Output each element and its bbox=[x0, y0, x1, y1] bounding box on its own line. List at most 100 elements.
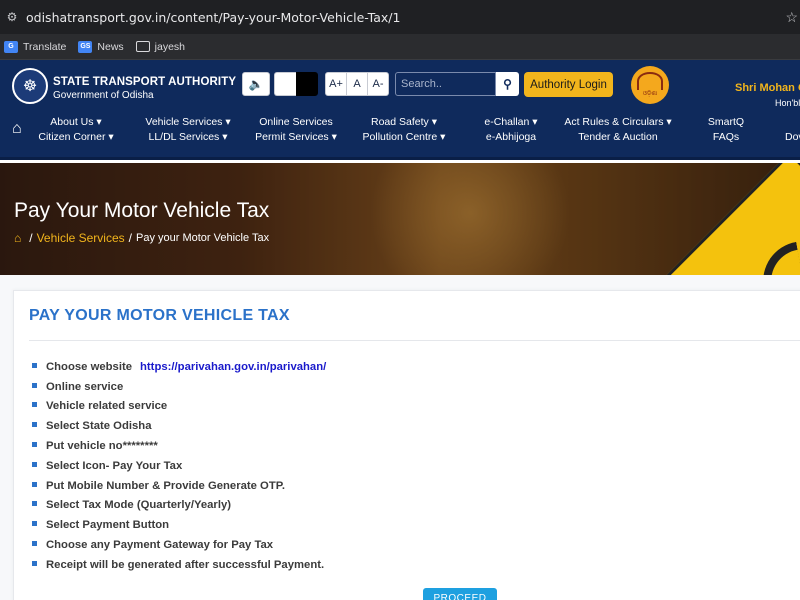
bookmark-label: jayesh bbox=[154, 40, 186, 53]
nav-act-rules[interactable]: Act Rules & Circulars ▾ bbox=[564, 115, 671, 130]
nav-column-2: Vehicle Services ▾ LL/DL Services ▾ bbox=[145, 115, 230, 145]
proceed-button[interactable]: PROCEED bbox=[423, 588, 497, 600]
breadcrumb-separator: / bbox=[29, 231, 33, 245]
bullet-icon bbox=[32, 422, 37, 428]
list-item: Choose website https://parivahan.gov.in/… bbox=[32, 357, 326, 377]
breadcrumb: ⌂ / Vehicle Services / Pay your Motor Ve… bbox=[14, 231, 269, 245]
step-text: Choose any Payment Gateway for Pay Tax bbox=[46, 539, 274, 552]
bullet-icon bbox=[32, 501, 37, 507]
font-increase-button[interactable]: A+ bbox=[325, 72, 347, 96]
step-text: Online service bbox=[46, 380, 124, 393]
step-text: Put vehicle no******** bbox=[46, 440, 158, 453]
logo-arch bbox=[637, 72, 663, 90]
list-item: Select Icon- Pay Your Tax bbox=[32, 456, 326, 476]
nav-column-7: SmartQ FAQs bbox=[706, 115, 746, 145]
hero-banner: Pay Your Motor Vehicle Tax ⌂ / Vehicle S… bbox=[0, 163, 800, 275]
section-title: PAY YOUR MOTOR VEHICLE TAX bbox=[29, 307, 290, 324]
nav-column-1: About Us ▾ Citizen Corner ▾ bbox=[38, 115, 113, 145]
bookmark-star-icon[interactable]: ☆ bbox=[785, 9, 798, 26]
contrast-light-button[interactable] bbox=[274, 72, 296, 96]
list-item: Vehicle related service bbox=[32, 397, 326, 417]
home-icon[interactable]: ⌂ bbox=[12, 120, 30, 138]
odisha-logo[interactable]: ଓଡ଼ିଶା bbox=[631, 66, 669, 104]
authority-login-button[interactable]: Authority Login bbox=[524, 72, 613, 97]
list-item: Put vehicle no******** bbox=[32, 436, 326, 456]
site-header: ☸ STATE TRANSPORT AUTHORITY Government o… bbox=[0, 60, 800, 160]
breadcrumb-vehicle-services[interactable]: Vehicle Services bbox=[37, 231, 125, 245]
search-button[interactable]: ⚲ bbox=[496, 72, 519, 96]
news-icon: GS bbox=[78, 40, 93, 53]
content-card: PAY YOUR MOTOR VEHICLE TAX Choose websit… bbox=[13, 290, 800, 600]
translate-icon: G bbox=[4, 40, 18, 53]
search-icon: ⚲ bbox=[503, 77, 512, 91]
leader-name: Shri Mohan Cl bbox=[735, 82, 800, 94]
step-text: Put Mobile Number & Provide Generate OTP… bbox=[46, 479, 285, 492]
nav-column-3: Online Services Permit Services ▾ bbox=[255, 115, 337, 145]
step-text: Select Payment Button bbox=[46, 519, 170, 532]
nav-about-us[interactable]: About Us ▾ bbox=[50, 115, 101, 130]
bullet-icon bbox=[32, 442, 37, 448]
list-item: Select State Odisha bbox=[32, 416, 326, 436]
bullet-icon bbox=[32, 521, 37, 527]
page-title: Pay Your Motor Vehicle Tax bbox=[14, 199, 270, 222]
browser-address-bar: ⚙ odishatransport.gov.in/content/Pay-you… bbox=[0, 0, 800, 34]
bullet-icon bbox=[32, 362, 37, 368]
bullet-icon bbox=[32, 461, 37, 467]
nav-permit-services[interactable]: Permit Services ▾ bbox=[255, 130, 337, 145]
list-item: Select Tax Mode (Quarterly/Yearly) bbox=[32, 496, 326, 516]
list-item: Choose any Payment Gateway for Pay Tax bbox=[32, 535, 326, 555]
font-decrease-button[interactable]: A- bbox=[367, 72, 389, 96]
bookmarks-bar: G Translate GS News jayesh bbox=[0, 34, 800, 60]
bookmark-label: News bbox=[97, 40, 124, 53]
nav-column-8: Dov bbox=[785, 115, 800, 145]
nav-vehicle-services[interactable]: Vehicle Services ▾ bbox=[145, 115, 230, 130]
nav-faqs[interactable]: FAQs bbox=[713, 130, 739, 145]
screen-reader-button[interactable]: 🔈 bbox=[242, 72, 270, 96]
nav-smartq[interactable]: SmartQ bbox=[708, 115, 744, 130]
step-text: Choose website bbox=[46, 360, 133, 373]
nav-column-4: Road Safety ▾ Pollution Centre ▾ bbox=[363, 115, 446, 145]
speaker-icon: 🔈 bbox=[248, 77, 264, 91]
breadcrumb-current: Pay your Motor Vehicle Tax bbox=[135, 232, 270, 244]
search-input[interactable] bbox=[395, 72, 496, 96]
breadcrumb-separator: / bbox=[128, 231, 132, 245]
home-icon[interactable]: ⌂ bbox=[14, 231, 21, 245]
folder-icon bbox=[135, 41, 150, 52]
leader-title: Hon'ble bbox=[775, 98, 800, 108]
bullet-icon bbox=[32, 402, 37, 408]
parivahan-link[interactable]: https://parivahan.gov.in/parivahan/ bbox=[140, 361, 326, 373]
steps-list: Choose website https://parivahan.gov.in/… bbox=[32, 357, 326, 575]
nav-column-6: Act Rules & Circulars ▾ Tender & Auction bbox=[564, 115, 671, 145]
step-text: Select Tax Mode (Quarterly/Yearly) bbox=[46, 499, 232, 512]
nav-online-services[interactable]: Online Services bbox=[259, 115, 333, 130]
nav-road-safety[interactable]: Road Safety ▾ bbox=[371, 115, 437, 130]
nav-tender-auction[interactable]: Tender & Auction bbox=[578, 130, 657, 145]
bullet-icon bbox=[32, 541, 37, 547]
nav-ll-dl-services[interactable]: LL/DL Services ▾ bbox=[149, 130, 228, 145]
bullet-icon bbox=[32, 481, 37, 487]
bookmark-label: Translate bbox=[23, 40, 67, 53]
nav-e-challan[interactable]: e-Challan ▾ bbox=[484, 115, 537, 130]
divider bbox=[29, 340, 800, 341]
state-emblem-logo[interactable]: ☸ bbox=[12, 68, 48, 104]
font-normal-button[interactable]: A bbox=[346, 72, 368, 96]
bullet-icon bbox=[32, 382, 37, 388]
bookmark-jayesh[interactable]: jayesh bbox=[135, 40, 186, 53]
bookmark-translate[interactable]: G Translate bbox=[4, 40, 67, 53]
nav-pollution-centre[interactable]: Pollution Centre ▾ bbox=[363, 130, 446, 145]
nav-column-5: e-Challan ▾ e-Abhijoga bbox=[481, 115, 541, 145]
step-text: Select State Odisha bbox=[46, 420, 152, 433]
url-text[interactable]: odishatransport.gov.in/content/Pay-your-… bbox=[26, 10, 400, 25]
list-item: Put Mobile Number & Provide Generate OTP… bbox=[32, 476, 326, 496]
list-item: Receipt will be generated after successf… bbox=[32, 555, 326, 575]
bookmark-news[interactable]: GS News bbox=[78, 40, 124, 53]
site-info-icon[interactable]: ⚙ bbox=[0, 0, 24, 34]
nav-e-abhijoga[interactable]: e-Abhijoga bbox=[486, 130, 536, 145]
nav-downloads[interactable]: Dov bbox=[785, 130, 800, 145]
bullet-icon bbox=[32, 560, 37, 566]
list-item: Online service bbox=[32, 377, 326, 397]
org-name: STATE TRANSPORT AUTHORITY bbox=[53, 76, 237, 88]
contrast-dark-button[interactable] bbox=[296, 72, 318, 96]
list-item: Select Payment Button bbox=[32, 515, 326, 535]
nav-citizen-corner[interactable]: Citizen Corner ▾ bbox=[38, 130, 113, 145]
